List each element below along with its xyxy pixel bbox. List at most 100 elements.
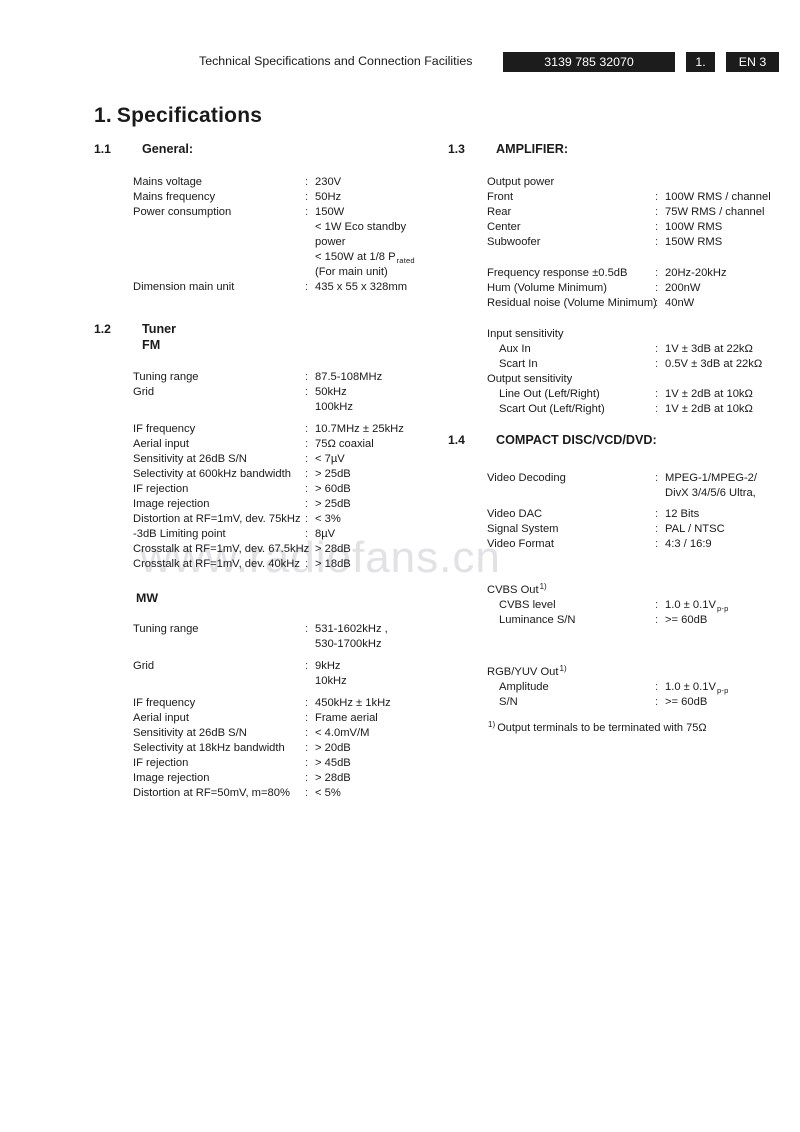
spec-row: Hum (Volume Minimum):200nW: [487, 281, 787, 296]
spec-value: 435 x 55 x 328mm: [315, 281, 408, 293]
spec-row: CVBS Out1): [487, 582, 787, 598]
spec-row: Signal System: PAL / NTSC: [487, 522, 787, 537]
spec-colon: :: [305, 623, 309, 635]
spec-value: > 60dB: [315, 483, 351, 495]
spec-value: < 150W at 1/8 Prated: [315, 251, 415, 265]
spec-colon: :: [655, 191, 659, 203]
spec-row: Scart Out (Left/Right):1V ± 2dB at 10kΩ: [487, 402, 787, 417]
language-page-badge: EN 3: [726, 52, 779, 72]
spec-row: Front:100W RMS / channel: [487, 190, 787, 205]
spec-row: Amplitude:1.0 ± 0.1Vp-p: [487, 680, 787, 695]
spec-colon: :: [655, 297, 659, 309]
section-general-number: 1.1: [94, 142, 111, 156]
spec-colon: :: [305, 772, 309, 784]
spec-value: > 28dB: [315, 543, 351, 555]
spec-label: IF frequency: [133, 423, 196, 435]
spec-label: Sensitivity at 26dB S/N: [133, 453, 247, 465]
spec-row: Line Out (Left/Right):1V ± 2dB at 10kΩ: [487, 387, 787, 402]
spec-value: 150W: [315, 206, 345, 218]
spec-row: Aerial input:75Ω coaxial: [133, 437, 433, 452]
spec-colon: :: [305, 483, 309, 495]
spec-label: -3dB Limiting point: [133, 528, 226, 540]
spec-value-subscript: p-p: [716, 604, 729, 613]
spec-colon: :: [655, 538, 659, 550]
spec-value: 87.5-108MHz: [315, 371, 383, 383]
spec-row: IF frequency:10.7MHz ± 25kHz: [133, 422, 433, 437]
spec-row: Grid:9kHz: [133, 659, 433, 674]
spec-value: 40nW: [665, 297, 695, 309]
spec-value: 200nW: [665, 282, 701, 294]
spec-row: Output sensitivity: [487, 372, 787, 387]
spec-value: < 1W Eco standby: [315, 221, 407, 233]
spec-label: IF frequency: [133, 697, 196, 709]
spec-row: < 1W Eco standby: [133, 220, 433, 235]
spec-row: Output power: [487, 175, 787, 190]
spec-value: PAL / NTSC: [665, 523, 725, 535]
spec-row: Selectivity at 18kHz bandwidth: > 20dB: [133, 741, 433, 756]
spec-value: 75W RMS / channel: [665, 206, 765, 218]
spec-label: Crosstalk at RF=1mV, dev. 40kHz: [133, 558, 300, 570]
spec-value: >= 60dB: [665, 696, 708, 708]
spec-value: (For main unit): [315, 266, 388, 278]
spec-value: DivX 3/4/5/6 Ultra,: [665, 487, 756, 499]
spec-value: 150W RMS: [665, 236, 723, 248]
section-general-title: General:: [142, 142, 194, 156]
spec-label: S/N: [499, 696, 518, 708]
page-title: 1. Specifications: [94, 104, 262, 128]
spec-row: Power consumption:150W: [133, 205, 433, 220]
spec-row: Sensitivity at 26dB S/N: < 4.0mV/M: [133, 726, 433, 741]
section-tuner-title: Tuner: [142, 322, 177, 336]
spec-label: Image rejection: [133, 498, 210, 510]
spec-label: Line Out (Left/Right): [499, 388, 600, 400]
spec-value: 8µV: [315, 528, 336, 540]
header-title: Technical Specifications and Connection …: [199, 54, 473, 68]
section-amplifier-number: 1.3: [448, 142, 465, 156]
spec-row: Residual noise (Volume Minimum):40nW: [487, 296, 787, 311]
spec-row: Video Format:4:3 / 16:9: [487, 537, 787, 552]
footnote-ref: 1): [539, 582, 547, 591]
spec-value: 1V ± 2dB at 10kΩ: [665, 403, 753, 415]
spec-row: Aux In:1V ± 3dB at 22kΩ: [487, 342, 787, 357]
spec-value: 100kHz: [315, 401, 353, 413]
spec-value: > 25dB: [315, 498, 351, 510]
spec-label: Tuning range: [133, 623, 199, 635]
spec-value: < 4.0mV/M: [315, 727, 370, 739]
spec-label: Frequency response ±0.5dB: [487, 267, 628, 279]
spec-value: 10.7MHz ± 25kHz: [315, 423, 404, 435]
spec-value: 4:3 / 16:9: [665, 538, 712, 550]
spec-label: Power consumption: [133, 206, 232, 218]
spec-label: Scart Out (Left/Right): [499, 403, 605, 415]
spec-colon: :: [655, 599, 659, 611]
spec-row: Sensitivity at 26dB S/N: < 7µV: [133, 452, 433, 467]
spec-value: 20Hz-20kHz: [665, 267, 727, 279]
spec-value: < 3%: [315, 513, 341, 525]
spec-value: 100W RMS / channel: [665, 191, 771, 203]
spec-label: Grid: [133, 660, 155, 672]
spec-colon: :: [655, 388, 659, 400]
spec-row: Mains voltage:230V: [133, 175, 433, 190]
spec-label: Scart In: [499, 358, 538, 370]
spec-row: RGB/YUV Out1): [487, 664, 787, 680]
spec-value: 75Ω coaxial: [315, 438, 374, 450]
spec-row: power: [133, 235, 433, 250]
spec-colon: :: [655, 614, 659, 626]
spec-colon: :: [655, 236, 659, 248]
spec-label: Aux In: [499, 343, 531, 355]
spec-row: Input sensitivity: [487, 327, 787, 342]
spec-row: Rear:75W RMS / channel: [487, 205, 787, 220]
spec-row: IF frequency:450kHz ± 1kHz: [133, 696, 433, 711]
spec-label: CVBS Out1): [487, 582, 547, 596]
spec-colon: :: [305, 543, 309, 555]
spec-value: 0.5V ± 3dB at 22kΩ: [665, 358, 763, 370]
page-title-number: 1.: [94, 104, 112, 128]
spec-colon: :: [655, 403, 659, 415]
spec-value: 10kHz: [315, 675, 347, 687]
spec-row: Frequency response ±0.5dB:20Hz-20kHz: [487, 266, 787, 281]
spec-row: Distortion at RF=50mV, m=80%: < 5%: [133, 786, 433, 801]
spec-colon: :: [305, 468, 309, 480]
spec-colon: :: [305, 206, 309, 218]
spec-label: Selectivity at 18kHz bandwidth: [133, 742, 285, 754]
spec-label: Sensitivity at 26dB S/N: [133, 727, 247, 739]
spec-row: 10kHz: [133, 674, 433, 689]
spec-label: Aerial input: [133, 438, 189, 450]
